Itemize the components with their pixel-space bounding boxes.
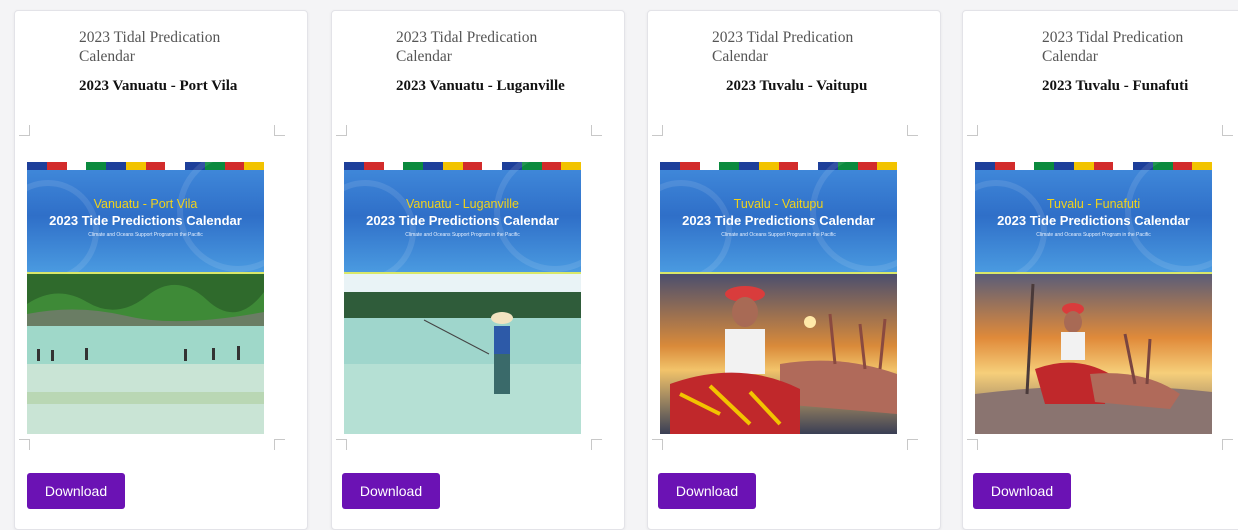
- crop-mark: [907, 439, 918, 450]
- calendar-cover-image[interactable]: Tuvalu - Vaitupu 2023 Tide Predictions C…: [660, 162, 897, 434]
- download-button[interactable]: Download: [658, 473, 756, 509]
- crop-mark: [274, 439, 285, 450]
- sunset-dancer-photo: [660, 274, 897, 434]
- cover-calendar-title: 2023 Tide Predictions Calendar: [997, 213, 1190, 228]
- calendar-card-funafuti: 2023 Tidal Predication Calendar 2023 Tuv…: [962, 10, 1238, 530]
- crop-mark: [967, 125, 978, 136]
- crop-mark: [1222, 439, 1233, 450]
- calendar-cover-image[interactable]: Tuvalu - Funafuti 2023 Tide Predictions …: [975, 162, 1212, 434]
- cover-place-name: Vanuatu - Luganville: [405, 197, 520, 211]
- cover-calendar-title: 2023 Tide Predictions Calendar: [682, 213, 875, 228]
- cover-header: Vanuatu - Luganville 2023 Tide Predictio…: [344, 162, 581, 282]
- cover-header: Vanuatu - Port Vila 2023 Tide Prediction…: [27, 162, 264, 282]
- crop-mark: [274, 125, 285, 136]
- calendar-cover-image[interactable]: Vanuatu - Port Vila 2023 Tide Prediction…: [27, 162, 264, 434]
- card-subtitle: 2023 Tidal Predication Calendar: [712, 29, 854, 65]
- calendar-card-port-vila: 2023 Tidal Predication Calendar 2023 Van…: [14, 10, 308, 530]
- crop-mark: [967, 439, 978, 450]
- crop-mark: [19, 439, 30, 450]
- cover-program-text: Climate and Oceans Support Program in th…: [721, 232, 836, 238]
- crop-mark: [336, 439, 347, 450]
- cover-place-name: Vanuatu - Port Vila: [93, 197, 198, 211]
- fishing-lagoon-photo: [344, 274, 581, 434]
- card-title: 2023 Tuvalu - Vaitupu: [726, 78, 868, 94]
- card-title: 2023 Vanuatu - Port Vila: [79, 78, 238, 94]
- cover-place-name: Tuvalu - Vaitupu: [733, 197, 824, 211]
- cover-header: Tuvalu - Vaitupu 2023 Tide Predictions C…: [660, 162, 897, 282]
- cover-calendar-title: 2023 Tide Predictions Calendar: [366, 213, 559, 228]
- crop-mark: [591, 125, 602, 136]
- crop-mark: [652, 439, 663, 450]
- cover-header: Tuvalu - Funafuti 2023 Tide Predictions …: [975, 162, 1212, 282]
- card-title: 2023 Tuvalu - Funafuti: [1042, 78, 1189, 94]
- card-subtitle: 2023 Tidal Predication Calendar: [396, 29, 538, 65]
- card-subtitle: 2023 Tidal Predication Calendar: [1042, 29, 1184, 65]
- calendar-card-vaitupu: 2023 Tidal Predication Calendar 2023 Tuv…: [647, 10, 941, 530]
- cover-program-text: Climate and Oceans Support Program in th…: [88, 232, 203, 238]
- card-title: 2023 Vanuatu - Luganville: [396, 78, 565, 94]
- cover-place-name: Tuvalu - Funafuti: [1046, 197, 1141, 211]
- crop-mark: [907, 125, 918, 136]
- download-button[interactable]: Download: [973, 473, 1071, 509]
- download-button[interactable]: Download: [342, 473, 440, 509]
- crop-mark: [336, 125, 347, 136]
- cover-calendar-title: 2023 Tide Predictions Calendar: [49, 213, 242, 228]
- cover-program-text: Climate and Oceans Support Program in th…: [405, 232, 520, 238]
- sunset-canoe-photo: [975, 274, 1212, 434]
- calendar-card-luganville: 2023 Tidal Predication Calendar 2023 Van…: [331, 10, 625, 530]
- crop-mark: [652, 125, 663, 136]
- cover-program-text: Climate and Oceans Support Program in th…: [1036, 232, 1151, 238]
- calendar-cover-image[interactable]: Vanuatu - Luganville 2023 Tide Predictio…: [344, 162, 581, 434]
- crop-mark: [591, 439, 602, 450]
- beach-wading-photo: [27, 274, 264, 434]
- crop-mark: [19, 125, 30, 136]
- download-button[interactable]: Download: [27, 473, 125, 509]
- card-subtitle: 2023 Tidal Predication Calendar: [79, 29, 221, 65]
- crop-mark: [1222, 125, 1233, 136]
